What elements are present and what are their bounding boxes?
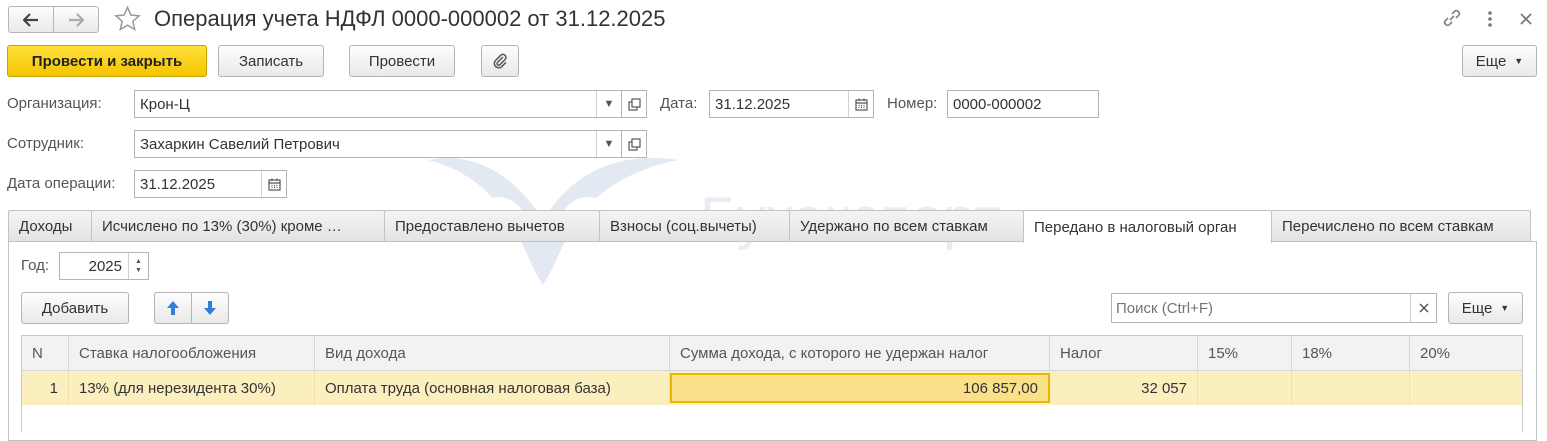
org-label: Организация:: [7, 95, 102, 112]
cell-18[interactable]: [1292, 371, 1410, 405]
col-amount[interactable]: Сумма дохода, с которого не удержан нало…: [670, 336, 1050, 370]
tab-deductions[interactable]: Предоставлено вычетов: [384, 210, 600, 241]
open-form-icon: [627, 97, 641, 111]
close-icon[interactable]: [1519, 12, 1533, 26]
cell-amount[interactable]: 106 857,00: [670, 373, 1050, 403]
arrow-right-icon: [68, 12, 84, 27]
add-button[interactable]: Добавить: [21, 292, 129, 324]
cell-tax[interactable]: 32 057: [1050, 371, 1198, 405]
calendar-icon[interactable]: [848, 91, 873, 117]
op-date-field[interactable]: 31.12.2025: [134, 170, 287, 198]
col-20[interactable]: 20%: [1410, 336, 1522, 370]
more-button[interactable]: Еще ▼: [1462, 45, 1537, 77]
date-field[interactable]: 31.12.2025: [709, 90, 874, 118]
year-spinner[interactable]: ▲ ▼: [128, 253, 148, 279]
paperclip-icon: [492, 52, 508, 70]
arrow-up-icon: [166, 300, 180, 316]
year-field[interactable]: 2025 ▲ ▼: [59, 252, 149, 280]
search-field[interactable]: [1111, 293, 1437, 323]
date-label: Дата:: [660, 95, 698, 112]
more-button-label: Еще: [1475, 52, 1507, 70]
cell-15[interactable]: [1198, 371, 1292, 405]
op-date-label: Дата операции:: [7, 175, 116, 192]
favorite-star-icon[interactable]: [113, 5, 142, 33]
tab-transferred[interactable]: Передано в налоговый орган: [1023, 210, 1272, 243]
post-button[interactable]: Провести: [349, 45, 455, 77]
number-field[interactable]: 0000-000002: [947, 90, 1099, 118]
save-button[interactable]: Записать: [218, 45, 324, 77]
chevron-down-icon: ▼: [1514, 56, 1524, 66]
org-value: Крон-Ц: [140, 95, 190, 113]
search-input[interactable]: [1112, 298, 1410, 318]
cell-income-type[interactable]: Оплата труда (основная налоговая база): [315, 371, 670, 405]
col-tax[interactable]: Налог: [1050, 336, 1198, 370]
org-field[interactable]: Крон-Ц ▼: [134, 90, 622, 118]
col-18[interactable]: 18%: [1292, 336, 1410, 370]
employee-field[interactable]: Захаркин Савелий Петрович ▼: [134, 130, 622, 158]
employee-open-button[interactable]: [621, 130, 647, 158]
cell-n[interactable]: 1: [22, 371, 69, 405]
number-label: Номер:: [887, 95, 938, 112]
clear-search-icon[interactable]: [1410, 294, 1436, 322]
tab-paid[interactable]: Перечислено по всем ставкам: [1271, 210, 1531, 241]
cell-20[interactable]: [1410, 371, 1522, 405]
arrow-down-icon: [203, 300, 217, 316]
col-rate[interactable]: Ставка налогообложения: [69, 336, 315, 370]
tab-income[interactable]: Доходы: [8, 210, 92, 241]
open-form-icon: [627, 137, 641, 151]
link-icon[interactable]: [1441, 8, 1463, 28]
employee-value: Захаркин Савелий Петрович: [140, 135, 340, 153]
attach-button[interactable]: [481, 45, 519, 77]
grid-more-label: Еще: [1461, 299, 1493, 317]
tab-calculated[interactable]: Исчислено по 13% (30%) кроме …: [91, 210, 385, 241]
col-n[interactable]: N: [22, 336, 69, 370]
number-value: 0000-000002: [953, 95, 1042, 113]
grid-header: N Ставка налогообложения Вид дохода Сумм…: [22, 336, 1522, 371]
date-value: 31.12.2025: [715, 95, 791, 113]
forward-button[interactable]: [53, 6, 99, 33]
grid-more-button[interactable]: Еще ▼: [1448, 292, 1523, 324]
calendar-icon[interactable]: [261, 171, 286, 197]
op-date-value: 31.12.2025: [140, 175, 216, 193]
post-and-close-button[interactable]: Провести и закрыть: [7, 45, 207, 77]
back-button[interactable]: [8, 6, 54, 33]
col-15[interactable]: 15%: [1198, 336, 1292, 370]
employee-label: Сотрудник:: [7, 135, 85, 152]
dropdown-icon[interactable]: ▼: [596, 131, 621, 157]
chevron-down-icon: ▼: [1500, 303, 1510, 313]
move-up-button[interactable]: [154, 292, 192, 324]
year-label: Год:: [21, 257, 50, 274]
move-down-button[interactable]: [191, 292, 229, 324]
page-title: Операция учета НДФЛ 0000-000002 от 31.12…: [154, 6, 666, 31]
tab-withheld[interactable]: Удержано по всем ставкам: [789, 210, 1024, 241]
more-vertical-icon[interactable]: [1487, 10, 1493, 28]
cell-rate[interactable]: 13% (для нерезидента 30%): [69, 371, 315, 405]
dropdown-icon[interactable]: ▼: [596, 91, 621, 117]
col-income-type[interactable]: Вид дохода: [315, 336, 670, 370]
table-row[interactable]: 1 13% (для нерезидента 30%) Оплата труда…: [22, 371, 1522, 405]
tab-contributions[interactable]: Взносы (соц.вычеты): [599, 210, 790, 241]
arrow-left-icon: [23, 12, 39, 27]
year-value: 2025: [88, 257, 122, 275]
org-open-button[interactable]: [621, 90, 647, 118]
